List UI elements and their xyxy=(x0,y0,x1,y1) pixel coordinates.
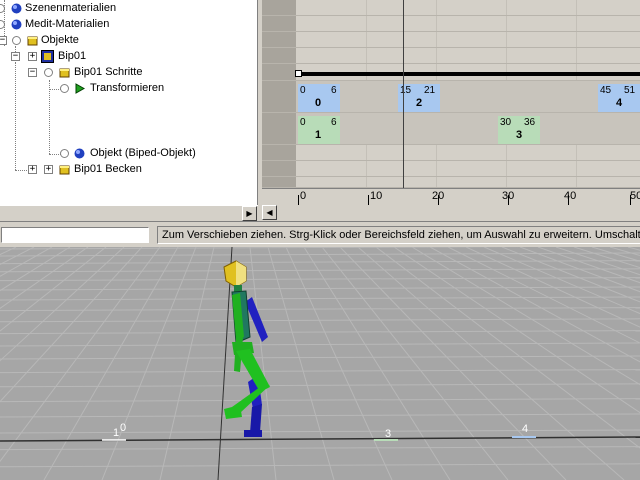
track-row[interactable] xyxy=(262,48,640,64)
key-start-frame: 0 xyxy=(300,117,306,128)
footstep-key[interactable]: 30 36 3 xyxy=(498,116,540,144)
key-id: 2 xyxy=(416,97,423,109)
object-box-icon xyxy=(59,165,70,175)
ruler-label: 10 xyxy=(370,190,383,202)
status-bar: Zum Verschieben ziehen. Strg-Klick oder … xyxy=(0,221,640,246)
key-end-frame: 36 xyxy=(524,117,536,128)
expand-icon[interactable]: + xyxy=(28,165,37,174)
dope-sheet[interactable]: 0 6 0 15 21 2 45 51 4 0 6 1 30 36 3 xyxy=(262,0,640,188)
tree-item-label: Objekte xyxy=(41,34,79,46)
range-bar[interactable] xyxy=(298,72,640,76)
tree-item-bip01-schritte[interactable]: − Bip01 Schritte xyxy=(0,65,257,80)
material-sphere-icon xyxy=(74,148,85,159)
tree-item-label: Szenenmaterialien xyxy=(25,2,117,14)
tree-item-label: Medit-Materialien xyxy=(25,18,110,30)
dope-horizontal-scrollbar[interactable]: ◀ xyxy=(262,205,640,221)
key-id: 1 xyxy=(315,129,322,141)
tree-item-label: Transformieren xyxy=(90,82,165,94)
key-end-frame: 51 xyxy=(624,85,636,96)
object-box-icon xyxy=(27,36,38,46)
tree-item-label: Bip01 Schritte xyxy=(74,66,143,78)
material-sphere-icon xyxy=(11,3,22,14)
key-id: 0 xyxy=(315,97,322,109)
scroll-right-button[interactable]: ▶ xyxy=(242,206,257,221)
tree-item-label: Objekt (Biped-Objekt) xyxy=(90,147,196,159)
footstep-key[interactable]: 0 6 0 xyxy=(298,84,340,112)
tree-expand-circle[interactable] xyxy=(0,4,5,13)
material-sphere-icon xyxy=(11,19,22,30)
tree-item-objekt-biped[interactable]: Objekt (Biped-Objekt) xyxy=(0,146,257,161)
tree-horizontal-scrollbar[interactable]: ▶ xyxy=(0,205,258,221)
key-end-frame: 6 xyxy=(331,117,337,128)
collapse-icon[interactable]: − xyxy=(0,36,7,45)
collapse-icon[interactable]: − xyxy=(11,52,20,61)
maxscript-listener-input[interactable] xyxy=(1,227,149,243)
time-ruler[interactable]: 0 10 20 30 40 50 xyxy=(262,188,640,205)
tree-item-label: Bip01 xyxy=(58,50,87,62)
tree-expand-circle[interactable] xyxy=(12,36,21,45)
ruler-label: 30 xyxy=(502,190,515,202)
tree-item-label: Bip01 Becken xyxy=(74,163,142,175)
track-row[interactable] xyxy=(262,0,640,16)
key-id: 3 xyxy=(516,129,523,141)
track-view-tree[interactable]: Szenenmaterialien Medit-Materialien − Ob… xyxy=(0,0,258,205)
tree-expand-circle[interactable] xyxy=(44,68,53,77)
ruler-label: 50 xyxy=(630,190,640,202)
tree-item-bip01-becken[interactable]: + + Bip01 Becken xyxy=(0,162,257,177)
ruler-label: 0 xyxy=(300,190,307,202)
tree-expand-circle[interactable] xyxy=(60,84,69,93)
tree-item-objekte[interactable]: − Objekte xyxy=(0,33,257,48)
character-studio-window: Szenenmaterialien Medit-Materialien − Ob… xyxy=(0,0,640,480)
track-row[interactable] xyxy=(262,16,640,32)
key-end-frame: 6 xyxy=(331,85,337,96)
tree-item-bip01[interactable]: − + Bip01 xyxy=(0,49,257,64)
tree-expand-circle[interactable] xyxy=(60,149,69,158)
key-start-frame: 30 xyxy=(500,117,512,128)
object-box-icon xyxy=(59,68,70,78)
track-row[interactable] xyxy=(262,32,640,48)
tree-item-medit-materialien[interactable]: Medit-Materialien xyxy=(0,17,257,32)
scroll-left-button[interactable]: ◀ xyxy=(262,205,277,220)
expand-icon[interactable]: + xyxy=(28,52,37,61)
ruler-label: 40 xyxy=(564,190,577,202)
tree-expand-circle[interactable] xyxy=(0,20,5,29)
tree-item-szenenmaterialien[interactable]: Szenenmaterialien xyxy=(0,1,257,16)
key-end-frame: 21 xyxy=(424,85,436,96)
key-start-frame: 0 xyxy=(300,85,306,96)
track-row[interactable] xyxy=(262,145,640,161)
expand-icon[interactable]: + xyxy=(44,165,53,174)
ruler-label: 20 xyxy=(432,190,445,202)
footstep-key[interactable]: 45 51 4 xyxy=(598,84,640,112)
collapse-icon[interactable]: − xyxy=(28,68,37,77)
footstep-key[interactable]: 15 21 2 xyxy=(398,84,440,112)
tree-item-transformieren[interactable]: Transformieren xyxy=(0,81,257,96)
key-id: 4 xyxy=(616,97,623,109)
transform-arrow-icon xyxy=(75,83,85,94)
track-row[interactable] xyxy=(262,161,640,177)
footstep-key[interactable]: 0 6 1 xyxy=(298,116,340,144)
track-row[interactable] xyxy=(262,177,640,188)
time-slider-line[interactable] xyxy=(403,0,404,188)
range-bar-handle[interactable] xyxy=(295,70,302,77)
prompt-line: Zum Verschieben ziehen. Strg-Klick oder … xyxy=(157,226,640,244)
perspective-viewport[interactable]: 1 0 2 3 4 xyxy=(0,247,640,480)
biped-icon xyxy=(41,50,54,63)
key-start-frame: 15 xyxy=(400,85,412,96)
key-start-frame: 45 xyxy=(600,85,612,96)
biped-character[interactable] xyxy=(0,247,640,480)
